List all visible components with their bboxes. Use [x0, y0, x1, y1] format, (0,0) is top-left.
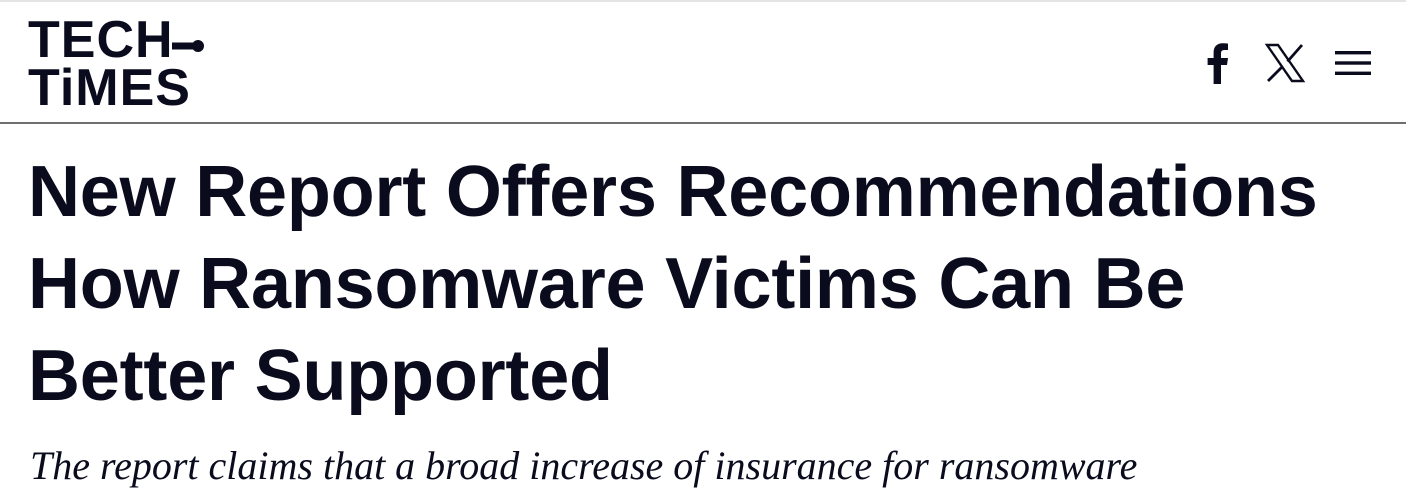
menu-icon [1335, 51, 1371, 75]
site-logo[interactable]: TECH TiMES [28, 12, 204, 117]
article-subtitle: The report claims that a broad increase … [30, 443, 1138, 488]
site-header: TECH TiMES [0, 0, 1406, 124]
facebook-button[interactable] [1194, 40, 1240, 86]
article-title: New Report Offers Recommendations How Ra… [28, 152, 1318, 416]
facebook-icon [1207, 43, 1228, 84]
menu-button[interactable] [1330, 40, 1376, 86]
logo-text-line2: TiMES [28, 59, 191, 117]
x-icon [1264, 43, 1306, 83]
header-actions [1194, 38, 1376, 88]
x-twitter-button[interactable] [1262, 40, 1308, 86]
